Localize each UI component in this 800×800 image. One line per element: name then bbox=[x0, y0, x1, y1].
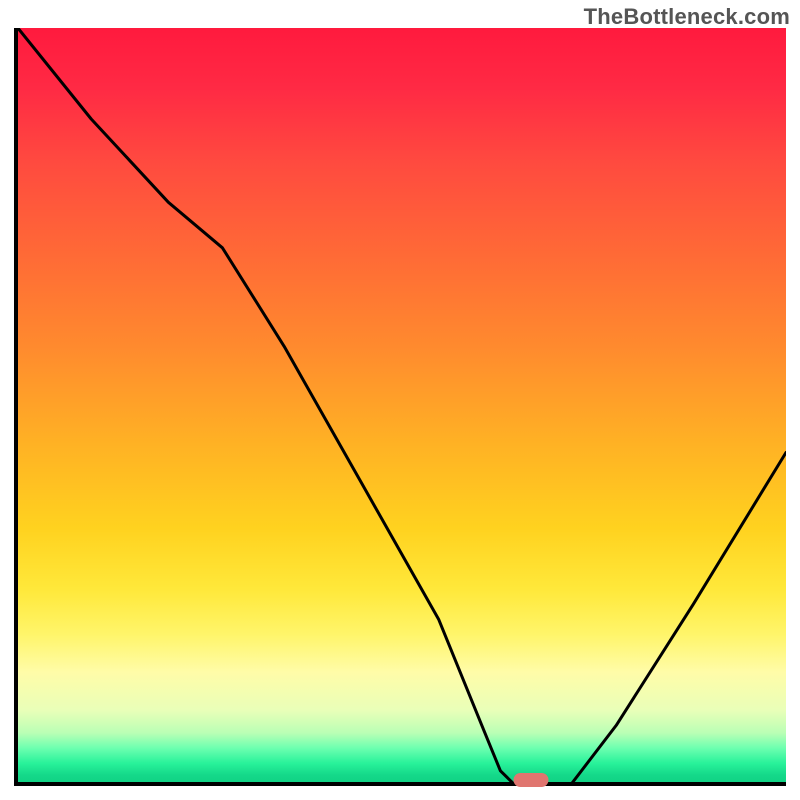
optimal-marker bbox=[514, 773, 549, 787]
bottleneck-curve bbox=[14, 28, 786, 786]
chart-root: TheBottleneck.com bbox=[0, 0, 800, 800]
plot-area bbox=[14, 28, 786, 786]
watermark-text: TheBottleneck.com bbox=[584, 4, 790, 30]
